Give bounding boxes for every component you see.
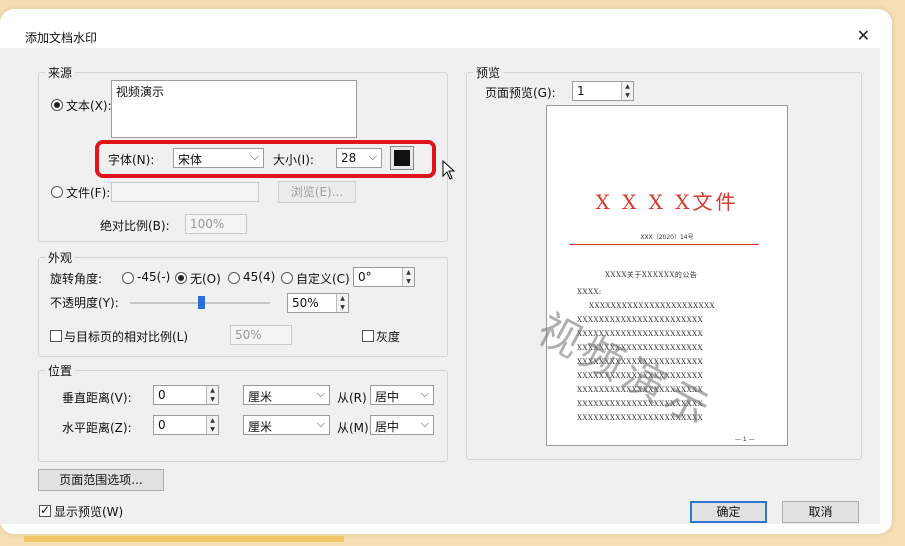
file-path-input[interactable] <box>111 182 259 202</box>
opacity-slider-thumb[interactable] <box>198 296 205 309</box>
text-radio-label: 文本(X): <box>66 99 112 113</box>
source-group-title: 来源 <box>45 64 76 81</box>
text-radio[interactable] <box>51 99 63 111</box>
size-select[interactable]: 28 ⌵ <box>336 148 382 168</box>
page-preview-spinner[interactable]: ▲ ▼ <box>621 82 633 100</box>
browse-button[interactable]: 浏览(E)... <box>278 181 356 203</box>
relative-scale-input[interactable]: 50% <box>230 325 292 345</box>
cancel-button[interactable]: 取消 <box>782 501 859 523</box>
grayscale-label: 灰度 <box>376 330 401 344</box>
relative-scale-label: 与目标页的相对比例(L) <box>64 330 189 344</box>
rotation-45-label: 45(4) <box>243 270 276 284</box>
grayscale-checkbox[interactable] <box>362 330 374 342</box>
dialog-title: 添加文档水印 <box>25 31 98 45</box>
mouse-cursor-icon <box>442 160 456 180</box>
rotation-spinner[interactable]: ▲ ▼ <box>402 268 414 286</box>
horizontal-distance-spinner[interactable]: ▲ ▼ <box>206 416 218 434</box>
doc-red-rule <box>569 244 759 245</box>
show-preview-label: 显示预览(W) <box>54 505 124 519</box>
chevron-down-icon: ⌵ <box>420 417 429 430</box>
rotation-minus45-radio[interactable] <box>122 272 134 284</box>
doc-page-number: — 1 — <box>735 436 755 443</box>
ok-button[interactable]: 确定 <box>690 501 767 523</box>
file-radio[interactable] <box>51 186 63 198</box>
doc-subtitle: XXX〔2020〕14号 <box>640 234 694 241</box>
relative-scale-checkbox[interactable] <box>50 330 62 342</box>
rotation-label: 旋转角度: <box>50 272 103 286</box>
horizontal-from-select[interactable]: 居中 ⌵ <box>370 415 434 435</box>
chevron-down-icon: ⌵ <box>420 387 429 400</box>
add-watermark-dialog: 添加文档水印 ✕ 来源 文本(X): 视频演示 字体(N): 宋体 ⌵ 大小(I… <box>0 24 880 524</box>
horizontal-from-label: 从(M) <box>337 421 369 435</box>
close-icon[interactable]: ✕ <box>857 26 870 45</box>
rotation-45-radio[interactable] <box>228 272 240 284</box>
opacity-spinner[interactable]: ▲ ▼ <box>336 294 348 312</box>
page-preview-label: 页面预览(G): <box>485 86 556 100</box>
vertical-unit-select[interactable]: 厘米 ⌵ <box>243 385 330 405</box>
rotation-none-radio[interactable] <box>175 272 187 284</box>
font-select[interactable]: 宋体 ⌵ <box>173 148 264 168</box>
color-swatch-button[interactable] <box>390 146 414 170</box>
horizontal-unit-value: 厘米 <box>248 420 273 434</box>
position-group-title: 位置 <box>45 362 76 379</box>
font-select-value: 宋体 <box>178 153 203 167</box>
abs-scale-input[interactable]: 100% <box>185 214 247 234</box>
file-radio-label: 文件(F): <box>66 186 111 200</box>
rotation-minus45-label: -45(-) <box>137 270 171 284</box>
doc-salutation: XXXX: <box>577 288 602 296</box>
vertical-from-label: 从(R) <box>337 391 367 405</box>
size-select-value: 28 <box>341 151 357 165</box>
vertical-from-select[interactable]: 居中 ⌵ <box>370 385 434 405</box>
doc-title: X X X X文件 <box>595 190 739 214</box>
abs-scale-label: 绝对比例(B): <box>100 219 170 233</box>
horizontal-distance-label: 水平距离(Z): <box>62 421 132 435</box>
doc-body-line: XXXXXXXXXXXXXXXXXXXXXXX <box>589 302 716 310</box>
title-bar: 添加文档水印 ✕ <box>0 24 880 48</box>
font-label: 字体(N): <box>108 153 155 167</box>
vertical-distance-spinner[interactable]: ▲ ▼ <box>206 386 218 404</box>
appearance-group-title: 外观 <box>45 249 76 266</box>
vertical-from-value: 居中 <box>375 390 400 404</box>
chevron-down-icon: ⌵ <box>250 150 259 163</box>
rotation-none-label: 无(O) <box>190 272 221 286</box>
vertical-distance-label: 垂直距离(V): <box>62 391 132 405</box>
color-swatch <box>394 150 410 166</box>
horizontal-from-value: 居中 <box>375 420 400 434</box>
preview-page: X X X X文件 XXX〔2020〕14号 XXXX关于XXXXXX的公告 X… <box>530 105 788 446</box>
decorative-stripe <box>24 536 344 542</box>
size-label: 大小(I): <box>273 153 314 167</box>
chevron-down-icon: ⌵ <box>316 387 325 400</box>
chevron-down-icon: ⌵ <box>316 417 325 430</box>
page-range-button[interactable]: 页面范围选项... <box>38 469 164 491</box>
rotation-custom-radio[interactable] <box>281 272 293 284</box>
rotation-custom-label: 自定义(C) <box>296 272 350 286</box>
watermark-text-area[interactable]: 视频演示 <box>111 80 357 138</box>
vertical-unit-value: 厘米 <box>248 390 273 404</box>
preview-group-title: 预览 <box>473 64 504 81</box>
doc-heading: XXXX关于XXXXXX的公告 <box>605 271 698 279</box>
opacity-label: 不透明度(Y): <box>50 296 119 310</box>
horizontal-unit-select[interactable]: 厘米 ⌵ <box>243 415 330 435</box>
show-preview-checkbox[interactable] <box>39 503 51 517</box>
chevron-down-icon: ⌵ <box>368 150 377 163</box>
